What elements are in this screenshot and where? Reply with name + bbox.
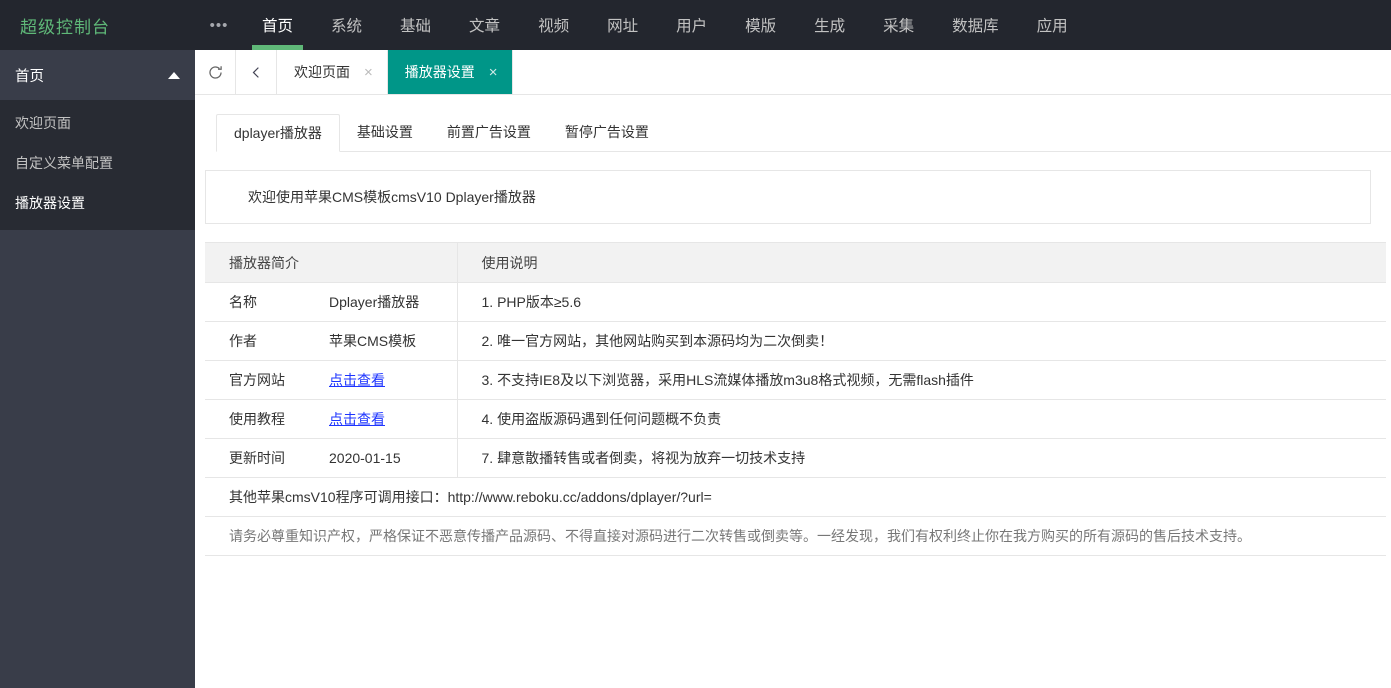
- table-row: 更新时间2020-01-157. 肆意散播转售或者倒卖，将视为放弃一切技术支持: [205, 439, 1386, 478]
- row-value-cell: 点击查看: [305, 400, 457, 439]
- nav-item-2[interactable]: 基础: [381, 0, 450, 50]
- page-tabs: 欢迎页面 × 播放器设置 ×: [277, 50, 513, 94]
- sidebar-item-1[interactable]: 自定义菜单配置: [0, 143, 195, 183]
- page-tab-1[interactable]: 播放器设置 ×: [388, 50, 513, 94]
- sidebar-submenu: 欢迎页面自定义菜单配置播放器设置: [0, 100, 195, 230]
- more-dots-icon[interactable]: •••: [195, 0, 243, 50]
- caret-up-icon[interactable]: [168, 72, 180, 79]
- row-value-link[interactable]: 点击查看: [329, 372, 385, 388]
- row-value-cell: 点击查看: [305, 361, 457, 400]
- sidebar-group-home[interactable]: 首页: [0, 50, 195, 100]
- th-intro-spacer: [305, 243, 457, 283]
- nav-item-6[interactable]: 用户: [657, 0, 726, 50]
- sidebar: 首页 欢迎页面自定义菜单配置播放器设置: [0, 50, 195, 688]
- inner-tab-0[interactable]: dplayer播放器: [216, 114, 340, 152]
- row-description: 3. 不支持IE8及以下浏览器，采用HLS流媒体播放m3u8格式视频，无需fla…: [457, 361, 1386, 400]
- nav-item-5[interactable]: 网址: [588, 0, 657, 50]
- row-description: 2. 唯一官方网站，其他网站购买到本源码均为二次倒卖！: [457, 322, 1386, 361]
- th-intro: 播放器简介: [205, 243, 305, 283]
- api-url-text[interactable]: http://www.reboku.cc/addons/dplayer/?url…: [448, 489, 712, 505]
- row-label: 名称: [205, 283, 305, 322]
- row-label: 使用教程: [205, 400, 305, 439]
- api-endpoint-row: 其他苹果cmsV10程序可调用接口：http://www.reboku.cc/a…: [205, 478, 1386, 517]
- row-description: 1. PHP版本≥5.6: [457, 283, 1386, 322]
- main-content: dplayer播放器基础设置前置广告设置暂停广告设置 欢迎使用苹果CMS模板cm…: [195, 95, 1391, 688]
- th-usage: 使用说明: [457, 243, 1386, 283]
- inner-tab-bar: dplayer播放器基础设置前置广告设置暂停广告设置: [216, 113, 1391, 152]
- player-info-table: 播放器简介 使用说明 名称Dplayer播放器1. PHP版本≥5.6作者苹果C…: [205, 242, 1386, 556]
- close-icon[interactable]: ×: [489, 65, 498, 80]
- inner-tab-2[interactable]: 前置广告设置: [430, 113, 548, 151]
- tab-strip: 欢迎页面 × 播放器设置 ×: [195, 50, 1391, 95]
- row-description: 4. 使用盗版源码遇到任何问题概不负责: [457, 400, 1386, 439]
- table-row: 官方网站 点击查看 3. 不支持IE8及以下浏览器，采用HLS流媒体播放m3u8格式…: [205, 361, 1386, 400]
- copyright-notice-row: 请务必尊重知识产权，严格保证不恶意传播产品源码、不得直接对源码进行二次转售或倒卖…: [205, 517, 1386, 556]
- api-endpoint-cell: 其他苹果cmsV10程序可调用接口：http://www.reboku.cc/a…: [205, 478, 1386, 517]
- row-value-cell: Dplayer播放器: [305, 283, 457, 322]
- sidebar-item-0[interactable]: 欢迎页面: [0, 103, 195, 143]
- nav-item-3[interactable]: 文章: [450, 0, 519, 50]
- table-row: 使用教程 点击查看 4. 使用盗版源码遇到任何问题概不负责: [205, 400, 1386, 439]
- welcome-banner: 欢迎使用苹果CMS模板cmsV10 Dplayer播放器: [205, 170, 1371, 224]
- table-body: 名称Dplayer播放器1. PHP版本≥5.6作者苹果CMS模板2. 唯一官方…: [205, 283, 1386, 556]
- copyright-notice-text: 请务必尊重知识产权，严格保证不恶意传播产品源码、不得直接对源码进行二次转售或倒卖…: [205, 517, 1386, 556]
- top-header: 超级控制台 ••• 首页系统基础文章视频网址用户模版生成采集数据库应用: [0, 0, 1391, 50]
- api-prefix-text: 其他苹果cmsV10程序可调用接口：: [229, 489, 448, 505]
- page-tab-label: 欢迎页面: [294, 62, 350, 82]
- app-logo: 超级控制台: [0, 0, 195, 50]
- table-row: 名称Dplayer播放器1. PHP版本≥5.6: [205, 283, 1386, 322]
- chevron-left-icon[interactable]: [236, 50, 277, 94]
- nav-item-9[interactable]: 采集: [864, 0, 933, 50]
- row-label: 官方网站: [205, 361, 305, 400]
- page-tab-0[interactable]: 欢迎页面 ×: [277, 50, 388, 94]
- row-value-cell: 苹果CMS模板: [305, 322, 457, 361]
- sidebar-group-label: 首页: [15, 65, 44, 86]
- nav-item-11[interactable]: 应用: [1018, 0, 1087, 50]
- row-label: 作者: [205, 322, 305, 361]
- row-value-cell: 2020-01-15: [305, 439, 457, 478]
- nav-item-8[interactable]: 生成: [795, 0, 864, 50]
- nav-item-7[interactable]: 模版: [726, 0, 795, 50]
- table-header-row: 播放器简介 使用说明: [205, 243, 1386, 283]
- nav-item-10[interactable]: 数据库: [933, 0, 1018, 50]
- nav-item-4[interactable]: 视频: [519, 0, 588, 50]
- inner-tab-1[interactable]: 基础设置: [340, 113, 430, 151]
- inner-tab-3[interactable]: 暂停广告设置: [548, 113, 666, 151]
- top-nav: 首页系统基础文章视频网址用户模版生成采集数据库应用: [243, 0, 1087, 50]
- row-description: 7. 肆意散播转售或者倒卖，将视为放弃一切技术支持: [457, 439, 1386, 478]
- sidebar-item-2[interactable]: 播放器设置: [0, 183, 195, 223]
- nav-item-0[interactable]: 首页: [243, 0, 312, 50]
- row-value-link[interactable]: 点击查看: [329, 411, 385, 427]
- close-icon[interactable]: ×: [364, 65, 373, 80]
- row-label: 更新时间: [205, 439, 305, 478]
- nav-item-1[interactable]: 系统: [312, 0, 381, 50]
- refresh-icon[interactable]: [195, 50, 236, 94]
- welcome-text: 欢迎使用苹果CMS模板cmsV10 Dplayer播放器: [248, 187, 536, 207]
- page-tab-label: 播放器设置: [405, 62, 475, 82]
- table-row: 作者苹果CMS模板2. 唯一官方网站，其他网站购买到本源码均为二次倒卖！: [205, 322, 1386, 361]
